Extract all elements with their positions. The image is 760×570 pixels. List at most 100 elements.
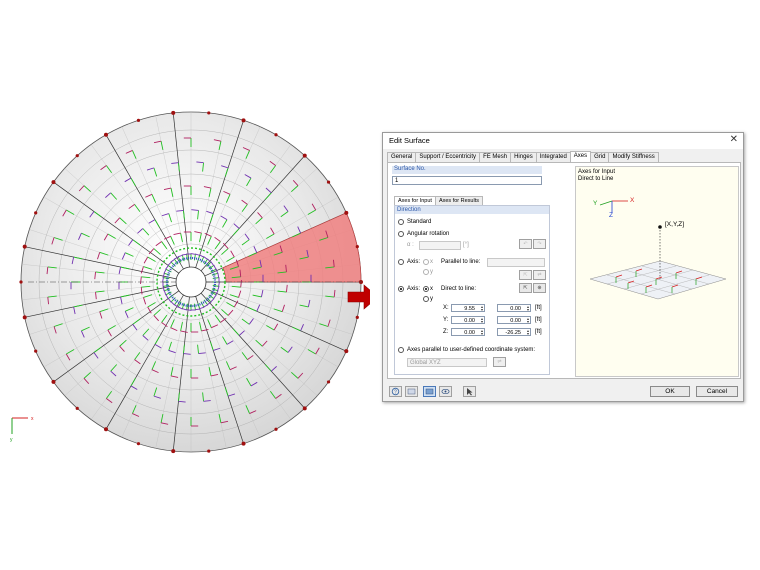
coord-x-value-1-text: 9.55 bbox=[464, 306, 475, 312]
coord-z-unit: [ft] bbox=[535, 329, 542, 335]
axis-parallel-label: Axis: bbox=[407, 259, 421, 265]
reverse-parallel-button[interactable]: ⇄ bbox=[533, 270, 546, 280]
tab-integrated[interactable]: Integrated bbox=[535, 152, 571, 162]
boundary-node bbox=[344, 210, 349, 215]
angular-rotation-radio[interactable] bbox=[398, 231, 404, 237]
boundary-node bbox=[22, 244, 27, 249]
preview-axis-z-label: Z bbox=[609, 212, 613, 219]
axis-parallel-x-radio[interactable] bbox=[423, 259, 429, 265]
angular-rotation-label: Angular rotation bbox=[407, 231, 450, 237]
spin-icon[interactable]: ▴ ▾ bbox=[523, 305, 529, 312]
spin-icon[interactable]: ▴ ▾ bbox=[477, 317, 483, 324]
tab-fe-mesh[interactable]: FE Mesh bbox=[479, 152, 512, 162]
coord-x-value-1[interactable]: 9.55 ▴ ▾ bbox=[451, 304, 485, 312]
view-button[interactable] bbox=[439, 386, 452, 397]
info-button[interactable] bbox=[423, 386, 436, 397]
spin-icon[interactable]: ▴ ▾ bbox=[523, 329, 529, 336]
boundary-node bbox=[326, 180, 331, 184]
pick-point-alt-button[interactable]: ⊕ bbox=[533, 283, 546, 293]
close-icon[interactable]: ✕ bbox=[730, 134, 738, 145]
coord-z-value-1[interactable]: 0.00 ▴ ▾ bbox=[451, 328, 485, 336]
tab-hinges[interactable]: Hinges bbox=[510, 152, 537, 162]
coord-y-value-2[interactable]: 0.00 ▴ ▾ bbox=[497, 316, 531, 324]
preview-point-label: [X,Y,Z] bbox=[665, 221, 685, 228]
boundary-node bbox=[136, 442, 141, 446]
edit-surface-dialog: Edit Surface ✕ General Support / Eccentr… bbox=[382, 132, 744, 402]
standard-radio[interactable] bbox=[398, 219, 404, 225]
tab-axes[interactable]: Axes bbox=[569, 151, 592, 162]
spin-icon[interactable]: ▴ ▾ bbox=[523, 317, 529, 324]
boundary-node bbox=[344, 349, 349, 354]
rotate-right-button[interactable]: ↷ bbox=[533, 239, 546, 249]
coord-x-value-2[interactable]: 0.00 ▴ ▾ bbox=[497, 304, 531, 312]
direction-group: Direction Standard Angular rotation α : … bbox=[394, 205, 550, 375]
preview-target-point bbox=[658, 225, 662, 229]
edit-cs-button[interactable]: ⇌ bbox=[493, 357, 506, 367]
user-cs-value: Global XYZ bbox=[410, 360, 441, 366]
rotate-left-button[interactable]: ↶ bbox=[519, 239, 532, 249]
user-cs-radio[interactable] bbox=[398, 347, 404, 353]
subtab-axes-for-input[interactable]: Axes for Input bbox=[394, 196, 436, 205]
direction-label: Direction bbox=[397, 207, 421, 213]
info-icon bbox=[425, 388, 434, 395]
preview-axis-x-label: X bbox=[630, 197, 635, 204]
surface-no-field[interactable]: 1 bbox=[392, 176, 542, 185]
boundary-node bbox=[241, 118, 246, 123]
boundary-node bbox=[75, 406, 79, 410]
axis-direct-x-radio[interactable] bbox=[423, 286, 429, 292]
coord-z-value-2[interactable]: -26.25 ▴ ▾ bbox=[497, 328, 531, 336]
coord-z-value-2-text: -26.25 bbox=[505, 330, 521, 336]
parallel-line-label: Parallel to line: bbox=[441, 259, 481, 265]
boundary-node bbox=[22, 315, 27, 320]
select-graphic-button[interactable] bbox=[463, 386, 476, 397]
dialog-title-bar: Edit Surface ✕ bbox=[383, 133, 743, 149]
subtab-axes-for-results[interactable]: Axes for Results bbox=[434, 196, 483, 205]
tab-support-eccentricity[interactable]: Support / Eccentricity bbox=[415, 152, 481, 162]
pick-parallel-line-button[interactable]: ⇱ bbox=[519, 270, 532, 280]
surface-model-view[interactable]: x y bbox=[0, 0, 370, 470]
axis-direct-x-label: x bbox=[430, 286, 433, 292]
units-icon bbox=[407, 388, 416, 395]
boundary-node bbox=[34, 349, 38, 353]
parallel-line-field[interactable] bbox=[487, 258, 545, 267]
dialog-title: Edit Surface bbox=[389, 136, 430, 145]
axis-direct-y-label: y bbox=[430, 296, 433, 302]
spin-icon[interactable]: ▴ ▾ bbox=[477, 305, 483, 312]
tab-general[interactable]: General bbox=[387, 152, 417, 162]
axis-direct-y-radio[interactable] bbox=[423, 296, 429, 302]
ok-button[interactable]: OK bbox=[650, 386, 690, 397]
boundary-node bbox=[207, 111, 211, 115]
alpha-unit: [°] bbox=[463, 242, 469, 248]
alpha-field[interactable] bbox=[419, 241, 461, 250]
axis-parallel-y-radio[interactable] bbox=[423, 269, 429, 275]
axis-parallel-radio[interactable] bbox=[398, 259, 404, 265]
cancel-button[interactable]: Cancel bbox=[696, 386, 738, 397]
axes-tab-panel: Surface No. 1 Axes for Input Axes for Re… bbox=[387, 162, 741, 379]
standard-label: Standard bbox=[407, 219, 432, 225]
units-button[interactable] bbox=[405, 386, 418, 397]
coord-y-label: Y: bbox=[443, 317, 449, 323]
boundary-node bbox=[136, 118, 141, 122]
help-button[interactable]: ? bbox=[389, 386, 402, 397]
direct-line-label: Direct to line: bbox=[441, 286, 477, 292]
user-cs-select[interactable]: Global XYZ bbox=[407, 358, 487, 367]
preview-drawing bbox=[589, 200, 727, 300]
tab-modify-stiffness[interactable]: Modify Stiffness bbox=[608, 152, 659, 162]
coord-y-value-1-text: 0.00 bbox=[464, 318, 475, 324]
boundary-node bbox=[207, 449, 211, 453]
cursor-icon bbox=[467, 388, 473, 396]
coord-y-unit: [ft] bbox=[535, 317, 542, 323]
alpha-label: α : bbox=[407, 242, 414, 248]
spin-icon[interactable]: ▴ ▾ bbox=[477, 329, 483, 336]
svg-text:?: ? bbox=[394, 390, 397, 396]
global-axis-y-label: y bbox=[10, 437, 13, 443]
pick-point-button[interactable]: ⇱ bbox=[519, 283, 532, 293]
axes-subtabs: Axes for Input Axes for Results bbox=[394, 196, 483, 205]
boundary-node bbox=[241, 441, 246, 446]
axis-direct-radio[interactable] bbox=[398, 286, 404, 292]
coord-x-unit: [ft] bbox=[535, 305, 542, 311]
tab-grid[interactable]: Grid bbox=[590, 152, 610, 162]
boundary-node bbox=[326, 380, 331, 384]
coord-y-value-1[interactable]: 0.00 ▴ ▾ bbox=[451, 316, 485, 324]
boundary-node bbox=[104, 427, 108, 432]
